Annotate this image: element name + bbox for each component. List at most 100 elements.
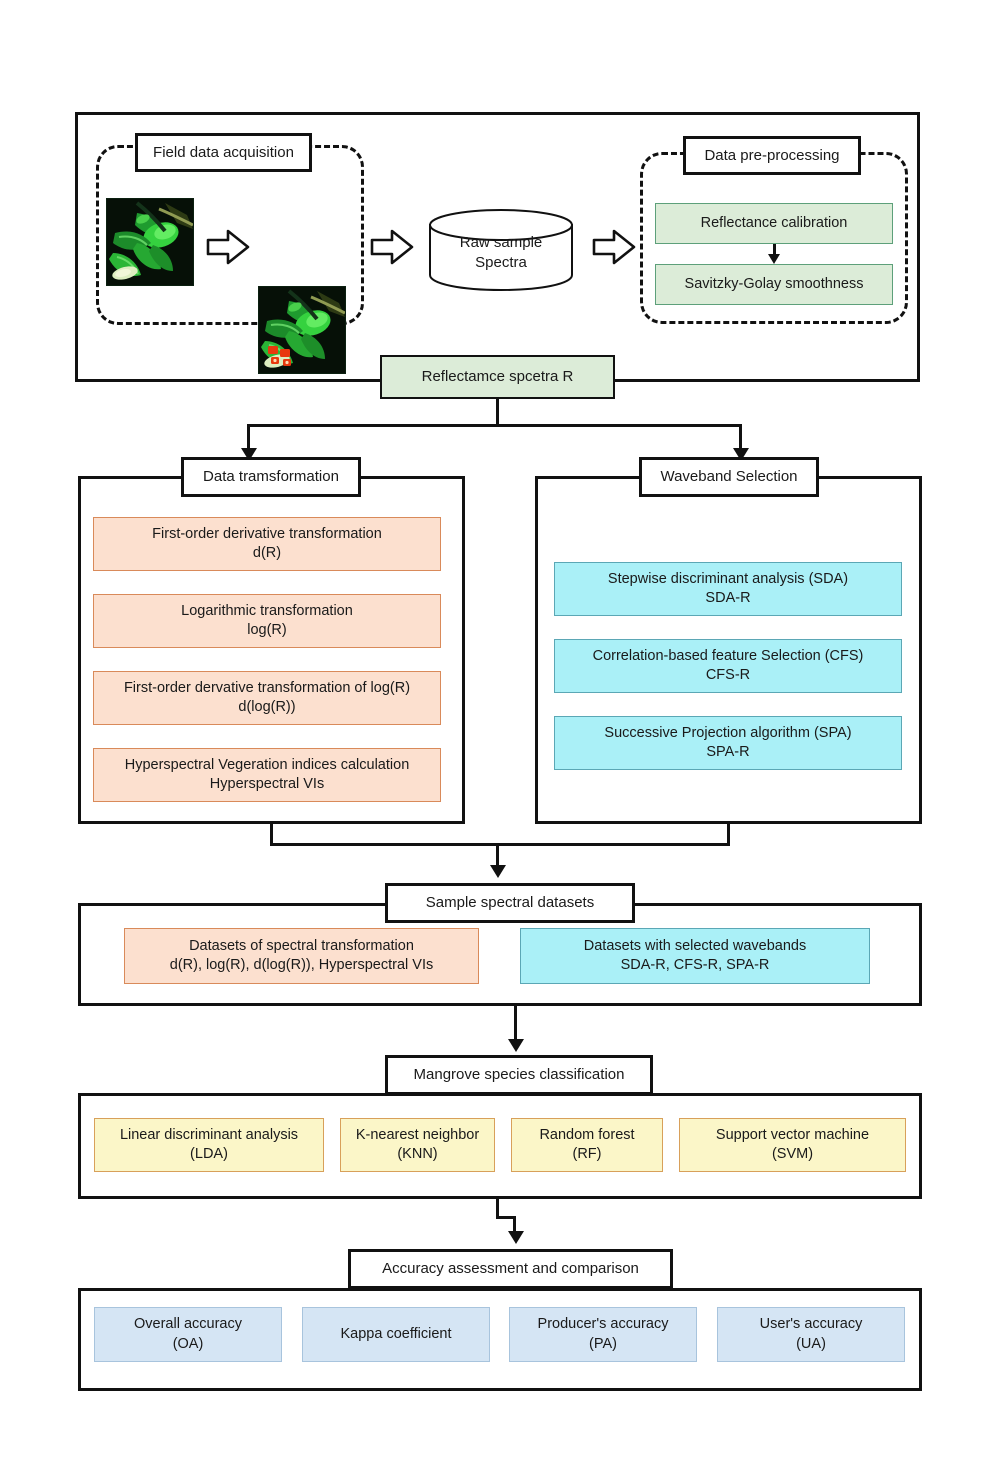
reflectance-calibration-label: Reflectance calibration	[700, 214, 848, 231]
datasets-item-0-line2: d(R), log(R), d(log(R)), Hyperspectral V…	[169, 957, 434, 973]
classification-item-0-line1: Linear discriminant analysis	[119, 1126, 299, 1143]
waveband-item-2: Successive Projection algorithm (SPA) SP…	[554, 716, 902, 770]
transformation-item-3-line1: Hyperspectral Vegeration indices calcula…	[124, 756, 410, 773]
classification-item-2-line2: (RF)	[572, 1146, 602, 1162]
classification-item-0-line2: (LDA)	[190, 1146, 228, 1162]
waveband-item-1: Correlation-based feature Selection (CFS…	[554, 639, 902, 693]
field-acquisition-header-label: Field data acquisition	[153, 143, 294, 161]
waveband-header: Waveband Selection	[639, 457, 819, 497]
transformation-item-1-line2: log(R)	[247, 622, 287, 638]
classification-header-label: Mangrove species classification	[413, 1066, 625, 1084]
datasets-header-label: Sample spectral datasets	[425, 894, 595, 912]
waveband-item-1-text: Correlation-based feature Selection (CFS…	[593, 647, 864, 685]
transformation-item-3-text: Hyperspectral Vegeration indices calcula…	[125, 756, 410, 794]
waveband-item-0: Stepwise discriminant analysis (SDA) SDA…	[554, 562, 902, 616]
datasets-item-1-line2: SDA-R, CFS-R, SPA-R	[620, 957, 770, 973]
waveband-item-2-text: Successive Projection algorithm (SPA) SP…	[604, 724, 851, 762]
datasets-item-0: Datasets of spectral transformation d(R)…	[124, 928, 479, 984]
savitzky-golay-box: Savitzky-Golay smoothness	[655, 264, 893, 305]
merge-bar	[270, 843, 730, 846]
accuracy-item-2-line1: Producer's accuracy	[537, 1316, 669, 1333]
datasets-to-classification-stem	[514, 1006, 517, 1041]
waveband-item-2-line1: Successive Projection algorithm (SPA)	[604, 724, 852, 741]
transformation-item-1-line1: Logarithmic transformation	[181, 602, 353, 619]
transformation-item-1-text: Logarithmic transformation log(R)	[181, 602, 353, 640]
classification-to-accuracy-arrowhead	[507, 1231, 524, 1244]
accuracy-item-0-line2: (OA)	[172, 1335, 204, 1352]
transformation-item-2-text: First-order dervative transformation of …	[124, 679, 410, 717]
accuracy-item-2-text: Producer's accuracy (PA)	[538, 1315, 669, 1353]
accuracy-item-2: Producer's accuracy (PA)	[509, 1307, 697, 1362]
database-to-preprocessing-arrow	[592, 228, 636, 266]
transformation-header-label: Data tramsformation	[203, 468, 339, 486]
waveband-item-1-line2: CFS-R	[705, 667, 751, 683]
reflectance-spectra-label: Reflectamce spcetra R	[421, 368, 574, 386]
classification-header: Mangrove species classification	[385, 1055, 653, 1095]
classification-item-3-text: Support vector machine (SVM)	[716, 1126, 869, 1164]
classification-item-0: Linear discriminant analysis (LDA)	[94, 1118, 324, 1172]
transformation-item-0-line2: d(R)	[252, 545, 282, 561]
leaf-photo-points-art	[259, 287, 345, 373]
reflectance-calibration-box: Reflectance calibration	[655, 203, 893, 244]
photo-transition-arrow	[206, 228, 250, 266]
classification-item-1-line1: K-nearest neighbor	[355, 1126, 480, 1143]
accuracy-item-0-line1: Overall accuracy	[134, 1316, 242, 1333]
datasets-item-1-text: Datasets with selected wavebands SDA-R, …	[584, 937, 806, 975]
accuracy-item-3-line1: User's accuracy	[759, 1316, 863, 1333]
accuracy-item-1: Kappa coefficient	[302, 1307, 490, 1362]
field-acquisition-header: Field data acquisition	[135, 133, 312, 172]
accuracy-item-0: Overall accuracy (OA)	[94, 1307, 282, 1362]
acquisition-to-database-arrow	[370, 228, 414, 266]
datasets-header: Sample spectral datasets	[385, 883, 635, 923]
flowchart-canvas: Field data acquisition Raw sample Spectr…	[0, 0, 1000, 1464]
classification-item-1: K-nearest neighbor (KNN)	[340, 1118, 495, 1172]
transformation-item-2-line1: First-order dervative transformation of …	[123, 679, 411, 696]
classification-item-3-line2: (SVM)	[771, 1146, 814, 1162]
merge-to-datasets-arrowhead	[489, 865, 506, 878]
datasets-item-1: Datasets with selected wavebands SDA-R, …	[520, 928, 870, 984]
accuracy-item-3: User's accuracy (UA)	[717, 1307, 905, 1362]
transformation-item-3-line2: Hyperspectral VIs	[209, 776, 325, 792]
classification-item-1-text: K-nearest neighbor (KNN)	[356, 1126, 479, 1164]
classification-item-3-line1: Support vector machine	[715, 1126, 870, 1143]
transformation-header: Data tramsformation	[181, 457, 361, 497]
classification-item-0-text: Linear discriminant analysis (LDA)	[120, 1126, 298, 1164]
accuracy-item-3-text: User's accuracy (UA)	[760, 1315, 863, 1353]
leaf-photo-art	[107, 199, 193, 285]
waveband-header-label: Waveband Selection	[660, 468, 798, 486]
transformation-item-2: First-order dervative transformation of …	[93, 671, 441, 725]
classification-item-2-text: Random forest (RF)	[539, 1126, 634, 1164]
transformation-item-2-line2: d(log(R))	[238, 699, 296, 715]
waveband-item-1-line1: Correlation-based feature Selection (CFS…	[592, 647, 864, 664]
classification-item-1-line2: (KNN)	[397, 1146, 438, 1162]
transformation-item-0-text: First-order derivative transformation d(…	[152, 525, 382, 563]
classification-item-2: Random forest (RF)	[511, 1118, 663, 1172]
mangrove-leaf-photo-with-measurement-points	[258, 286, 346, 374]
accuracy-header-label: Accuracy assessment and comparison	[382, 1260, 639, 1278]
merge-to-datasets-stem	[496, 843, 499, 867]
branch-right-drop	[739, 424, 742, 450]
accuracy-item-2-line2: (PA)	[589, 1335, 617, 1352]
reflectance-spectra-box: Reflectamce spcetra R	[380, 355, 615, 399]
accuracy-item-0-text: Overall accuracy (OA)	[134, 1315, 242, 1353]
accuracy-item-1-text: Kappa coefficient	[341, 1325, 452, 1344]
transformation-item-0: First-order derivative transformation d(…	[93, 517, 441, 571]
mangrove-leaf-photo	[106, 198, 194, 286]
branch-left-drop	[247, 424, 250, 450]
datasets-item-0-line1: Datasets of spectral transformation	[189, 937, 414, 954]
datasets-to-classification-arrowhead	[507, 1039, 524, 1052]
accuracy-item-1-line1: Kappa coefficient	[340, 1325, 452, 1342]
savitzky-golay-label: Savitzky-Golay smoothness	[684, 275, 864, 292]
preprocessing-header-label: Data pre-processing	[704, 146, 840, 164]
datasets-item-0-text: Datasets of spectral transformation d(R)…	[170, 937, 433, 975]
preprocessing-step-arrowhead	[768, 254, 780, 264]
classification-item-2-line1: Random forest	[539, 1126, 635, 1143]
reflectance-split-bar	[247, 424, 742, 427]
transformation-item-0-line1: First-order derivative transformation	[152, 525, 382, 542]
accuracy-item-3-line2: (UA)	[796, 1335, 826, 1352]
accuracy-header: Accuracy assessment and comparison	[348, 1249, 673, 1289]
waveband-item-0-line1: Stepwise discriminant analysis (SDA)	[607, 570, 849, 587]
waveband-item-0-line2: SDA-R	[705, 590, 751, 606]
datasets-item-1-line1: Datasets with selected wavebands	[583, 937, 807, 954]
reflectance-stem	[496, 399, 499, 427]
